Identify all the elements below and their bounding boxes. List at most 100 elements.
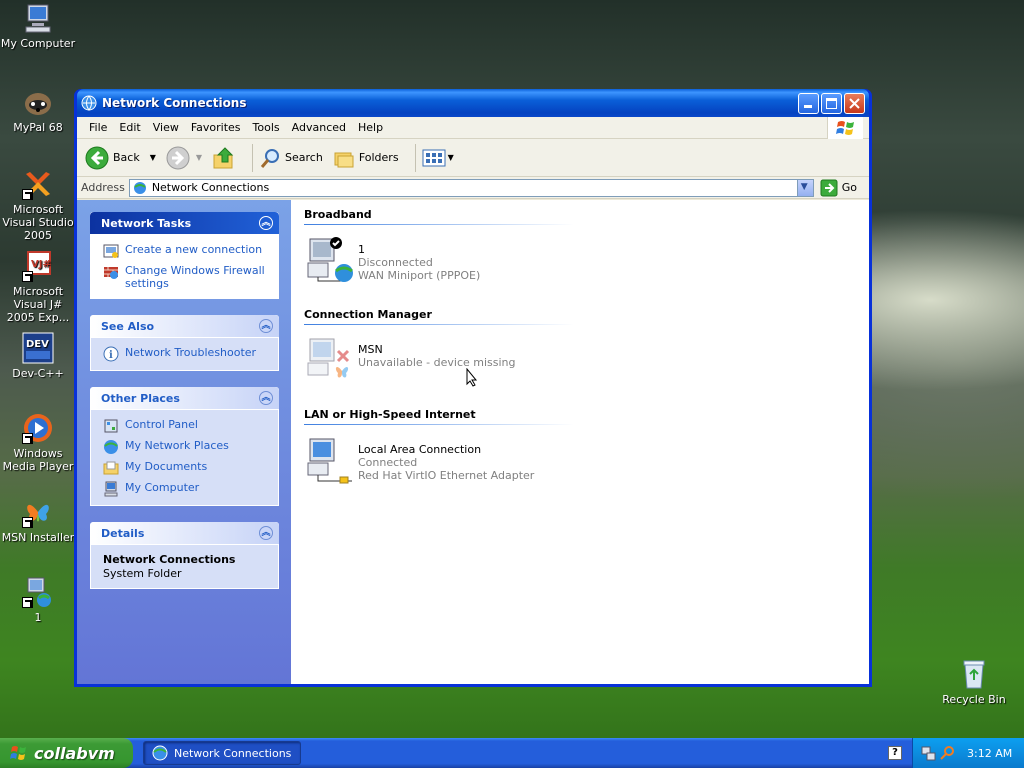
task-create-new-connection[interactable]: Create a new connection bbox=[103, 243, 268, 259]
desktop-icon-media-player[interactable]: Windows Media Player bbox=[0, 412, 76, 473]
menu-view[interactable]: View bbox=[147, 121, 185, 134]
place-my-network-places[interactable]: My Network Places bbox=[103, 439, 268, 455]
desktop-icon-my-computer[interactable]: My Computer bbox=[0, 2, 76, 50]
desktop-icon-msn-installer[interactable]: MSN Installer bbox=[0, 496, 76, 544]
desktop-icon-label: MyPal 68 bbox=[13, 121, 63, 134]
task-change-firewall-settings[interactable]: Change Windows Firewall settings bbox=[103, 264, 268, 290]
forward-dropdown-icon[interactable]: ▼ bbox=[196, 153, 202, 162]
other-places-header[interactable]: Other Places ︽ bbox=[90, 387, 279, 409]
connection-text: Local Area Connection Connected Red Hat … bbox=[358, 437, 534, 482]
shortcut-arrow-icon bbox=[22, 189, 33, 200]
desktop-icon-label: Windows Media Player bbox=[2, 447, 74, 473]
back-arrow-icon bbox=[85, 146, 109, 169]
group-title-broadband: Broadband bbox=[304, 208, 372, 221]
collapse-chevron-icon[interactable]: ︽ bbox=[259, 216, 273, 230]
broadband-connection-icon bbox=[306, 237, 358, 285]
visual-jsharp-icon: VJ# bbox=[22, 250, 54, 282]
go-label: Go bbox=[841, 181, 857, 194]
search-icon bbox=[260, 148, 280, 168]
connection-item-msn[interactable]: MSN Unavailable - device missing bbox=[306, 337, 869, 393]
group-title-lan: LAN or High-Speed Internet bbox=[304, 408, 476, 421]
go-button[interactable]: Go bbox=[820, 179, 857, 197]
place-label: My Documents bbox=[125, 460, 208, 473]
folders-button[interactable]: Folders bbox=[333, 147, 399, 169]
help-icon[interactable]: ? bbox=[888, 746, 902, 760]
search-label: Search bbox=[285, 151, 323, 164]
taskbar-button-network-connections[interactable]: Network Connections bbox=[143, 741, 301, 765]
see-also-panel: See Also ︽ i Network Troubleshooter bbox=[90, 315, 279, 371]
connection-name: Local Area Connection bbox=[358, 443, 482, 456]
menu-edit[interactable]: Edit bbox=[113, 121, 146, 134]
desktop-icon-dev-cpp[interactable]: DEV Dev-C++ bbox=[0, 332, 76, 380]
taskbar-button-label: Network Connections bbox=[174, 746, 292, 760]
menu-advanced[interactable]: Advanced bbox=[286, 121, 352, 134]
place-my-documents[interactable]: My Documents bbox=[103, 460, 268, 476]
place-my-computer[interactable]: My Computer bbox=[103, 481, 268, 497]
forward-button[interactable]: ▼ bbox=[166, 146, 202, 170]
collapse-chevron-icon[interactable]: ︽ bbox=[259, 526, 273, 540]
task-pane: Network Tasks ︽ Create a new connection … bbox=[77, 200, 291, 684]
details-name: Network Connections bbox=[103, 553, 236, 566]
system-tray: 3:12 AM bbox=[912, 738, 1024, 768]
network-tasks-header[interactable]: Network Tasks ︽ bbox=[90, 212, 279, 234]
network-connection-icon bbox=[22, 576, 54, 608]
search-button[interactable]: Search bbox=[259, 147, 323, 169]
address-input[interactable]: Network Connections ▼ bbox=[128, 178, 814, 197]
up-folder-button[interactable] bbox=[212, 146, 236, 170]
desktop-icon-mypal[interactable]: MyPal 68 bbox=[0, 86, 76, 134]
see-also-header[interactable]: See Also ︽ bbox=[90, 315, 279, 337]
connections-list: Broadband 1 Disconnected WAN Miniport (P… bbox=[291, 200, 869, 684]
chevron-down-icon: ▼ bbox=[800, 181, 808, 192]
back-dropdown-icon[interactable]: ▼ bbox=[150, 153, 156, 162]
maximize-button[interactable] bbox=[821, 92, 842, 114]
connection-name: MSN bbox=[358, 343, 383, 356]
dev-cpp-icon: DEV bbox=[22, 332, 54, 364]
menu-help[interactable]: Help bbox=[352, 121, 389, 134]
group-title-connection-manager: Connection Manager bbox=[304, 308, 432, 321]
address-dropdown-button[interactable]: ▼ bbox=[796, 179, 813, 196]
desktop-icon-recycle-bin[interactable]: Recycle Bin bbox=[936, 658, 1012, 706]
group-divider bbox=[304, 424, 574, 425]
connection-item-local-area[interactable]: Local Area Connection Connected Red Hat … bbox=[306, 437, 869, 493]
info-icon: i bbox=[103, 346, 119, 362]
menu-tools[interactable]: Tools bbox=[247, 121, 286, 134]
place-control-panel[interactable]: Control Panel bbox=[103, 418, 268, 434]
network-globe-icon bbox=[152, 745, 168, 761]
control-panel-icon bbox=[104, 419, 118, 433]
connection-item-1[interactable]: 1 Disconnected WAN Miniport (PPPOE) bbox=[306, 237, 869, 293]
collapse-chevron-icon[interactable]: ︽ bbox=[259, 319, 273, 333]
connection-device: WAN Miniport (PPPOE) bbox=[358, 269, 481, 282]
msn-butterfly-icon bbox=[22, 496, 54, 528]
panel-title: Other Places bbox=[101, 391, 180, 405]
menu-favorites[interactable]: Favorites bbox=[185, 121, 247, 134]
close-button[interactable] bbox=[844, 92, 865, 114]
details-panel: Details ︽ Network Connections System Fol… bbox=[90, 522, 279, 589]
desktop-icon-connection-1[interactable]: 1 bbox=[0, 576, 76, 624]
recycle-bin-icon bbox=[958, 658, 990, 690]
title-bar[interactable]: Network Connections bbox=[77, 89, 869, 117]
details-header[interactable]: Details ︽ bbox=[90, 522, 279, 544]
network-tray-icon[interactable] bbox=[921, 745, 937, 761]
place-label: My Computer bbox=[125, 481, 200, 494]
collapse-chevron-icon[interactable]: ︽ bbox=[259, 391, 273, 405]
network-tasks-body: Create a new connection Change Windows F… bbox=[90, 234, 279, 299]
network-connections-window[interactable]: Network Connections File Edit View Favor… bbox=[74, 89, 872, 687]
folders-label: Folders bbox=[358, 151, 399, 164]
details-type: System Folder bbox=[103, 567, 182, 580]
taskbar: collabvm Network Connections ? 3:12 AM bbox=[0, 738, 1024, 768]
desktop-icon-visual-studio[interactable]: Microsoft Visual Studio 2005 bbox=[0, 168, 76, 242]
menu-file[interactable]: File bbox=[83, 121, 113, 134]
search-tray-icon[interactable] bbox=[939, 745, 955, 761]
start-button[interactable]: collabvm bbox=[0, 738, 133, 768]
my-documents-icon bbox=[103, 461, 119, 475]
minimize-button[interactable] bbox=[798, 92, 819, 114]
network-globe-icon bbox=[81, 95, 97, 111]
msn-connection-icon bbox=[306, 337, 358, 385]
desktop-icon-label: Microsoft Visual J# 2005 Exp... bbox=[6, 285, 70, 324]
desktop-icon-visual-jsharp[interactable]: VJ# Microsoft Visual J# 2005 Exp... bbox=[0, 250, 76, 324]
task-network-troubleshooter[interactable]: i Network Troubleshooter bbox=[103, 346, 268, 362]
back-button[interactable]: Back ▼ bbox=[85, 146, 156, 170]
views-button[interactable]: ▼ bbox=[422, 148, 454, 168]
lan-connection-icon bbox=[306, 437, 358, 485]
connection-text: 1 Disconnected WAN Miniport (PPPOE) bbox=[358, 237, 480, 282]
